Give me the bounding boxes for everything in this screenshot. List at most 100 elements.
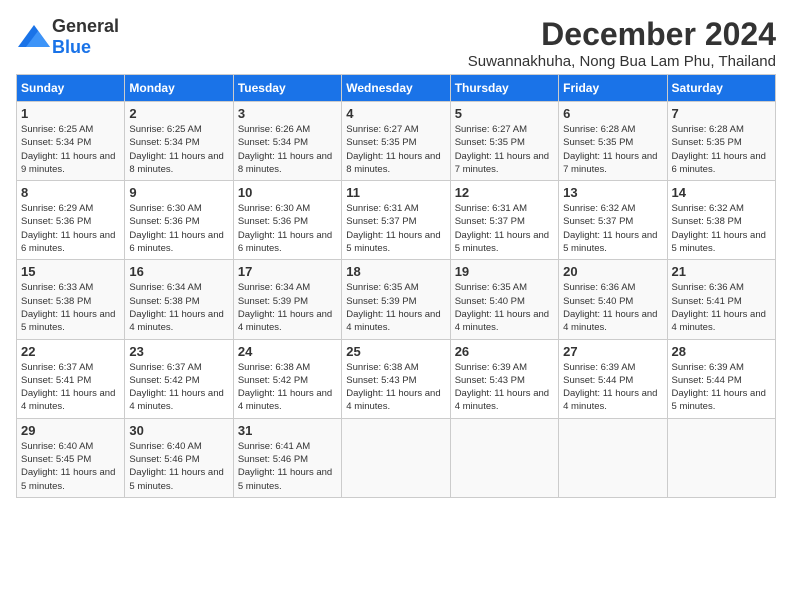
calendar-day-cell: 17 Sunrise: 6:34 AMSunset: 5:39 PMDaylig… [233, 260, 341, 339]
calendar-week-row: 15 Sunrise: 6:33 AMSunset: 5:38 PMDaylig… [17, 260, 776, 339]
day-info: Sunrise: 6:35 AMSunset: 5:40 PMDaylight:… [455, 282, 549, 333]
day-info: Sunrise: 6:35 AMSunset: 5:39 PMDaylight:… [346, 282, 440, 333]
day-info: Sunrise: 6:32 AMSunset: 5:38 PMDaylight:… [672, 203, 766, 254]
day-info: Sunrise: 6:27 AMSunset: 5:35 PMDaylight:… [346, 124, 440, 175]
logo-icon [16, 23, 52, 51]
day-number: 29 [21, 423, 120, 438]
weekday-header-cell: Wednesday [342, 75, 450, 102]
day-number: 26 [455, 344, 554, 359]
calendar-day-cell: 25 Sunrise: 6:38 AMSunset: 5:43 PMDaylig… [342, 339, 450, 418]
day-info: Sunrise: 6:29 AMSunset: 5:36 PMDaylight:… [21, 203, 115, 254]
calendar-day-cell: 31 Sunrise: 6:41 AMSunset: 5:46 PMDaylig… [233, 418, 341, 497]
logo-general: General [52, 16, 119, 36]
day-info: Sunrise: 6:31 AMSunset: 5:37 PMDaylight:… [346, 203, 440, 254]
day-info: Sunrise: 6:39 AMSunset: 5:44 PMDaylight:… [672, 362, 766, 413]
day-number: 15 [21, 264, 120, 279]
calendar-day-cell: 3 Sunrise: 6:26 AMSunset: 5:34 PMDayligh… [233, 102, 341, 181]
day-number: 23 [129, 344, 228, 359]
calendar-day-cell: 26 Sunrise: 6:39 AMSunset: 5:43 PMDaylig… [450, 339, 558, 418]
day-number: 4 [346, 106, 445, 121]
day-info: Sunrise: 6:36 AMSunset: 5:40 PMDaylight:… [563, 282, 657, 333]
day-number: 2 [129, 106, 228, 121]
calendar-day-cell: 24 Sunrise: 6:38 AMSunset: 5:42 PMDaylig… [233, 339, 341, 418]
day-number: 5 [455, 106, 554, 121]
day-number: 31 [238, 423, 337, 438]
day-number: 14 [672, 185, 771, 200]
day-number: 6 [563, 106, 662, 121]
calendar-day-cell: 4 Sunrise: 6:27 AMSunset: 5:35 PMDayligh… [342, 102, 450, 181]
day-number: 13 [563, 185, 662, 200]
day-number: 3 [238, 106, 337, 121]
calendar-day-cell: 29 Sunrise: 6:40 AMSunset: 5:45 PMDaylig… [17, 418, 125, 497]
day-number: 17 [238, 264, 337, 279]
day-info: Sunrise: 6:38 AMSunset: 5:43 PMDaylight:… [346, 362, 440, 413]
day-info: Sunrise: 6:37 AMSunset: 5:41 PMDaylight:… [21, 362, 115, 413]
calendar-day-cell: 19 Sunrise: 6:35 AMSunset: 5:40 PMDaylig… [450, 260, 558, 339]
calendar-day-cell: 8 Sunrise: 6:29 AMSunset: 5:36 PMDayligh… [17, 181, 125, 260]
day-info: Sunrise: 6:34 AMSunset: 5:39 PMDaylight:… [238, 282, 332, 333]
day-info: Sunrise: 6:28 AMSunset: 5:35 PMDaylight:… [672, 124, 766, 175]
day-info: Sunrise: 6:34 AMSunset: 5:38 PMDaylight:… [129, 282, 223, 333]
weekday-header-cell: Tuesday [233, 75, 341, 102]
day-info: Sunrise: 6:26 AMSunset: 5:34 PMDaylight:… [238, 124, 332, 175]
day-number: 30 [129, 423, 228, 438]
calendar-day-cell: 6 Sunrise: 6:28 AMSunset: 5:35 PMDayligh… [559, 102, 667, 181]
calendar-day-cell: 5 Sunrise: 6:27 AMSunset: 5:35 PMDayligh… [450, 102, 558, 181]
subtitle: Suwannakhuha, Nong Bua Lam Phu, Thailand [468, 53, 776, 70]
calendar-day-cell: 28 Sunrise: 6:39 AMSunset: 5:44 PMDaylig… [667, 339, 775, 418]
day-number: 24 [238, 344, 337, 359]
title-area: December 2024 Suwannakhuha, Nong Bua Lam… [468, 16, 776, 70]
day-number: 7 [672, 106, 771, 121]
weekday-header-cell: Sunday [17, 75, 125, 102]
calendar-day-cell: 16 Sunrise: 6:34 AMSunset: 5:38 PMDaylig… [125, 260, 233, 339]
day-number: 25 [346, 344, 445, 359]
day-number: 11 [346, 185, 445, 200]
calendar-day-cell [667, 418, 775, 497]
calendar-day-cell: 22 Sunrise: 6:37 AMSunset: 5:41 PMDaylig… [17, 339, 125, 418]
weekday-header-cell: Thursday [450, 75, 558, 102]
calendar-day-cell: 20 Sunrise: 6:36 AMSunset: 5:40 PMDaylig… [559, 260, 667, 339]
weekday-header-cell: Saturday [667, 75, 775, 102]
calendar-day-cell: 23 Sunrise: 6:37 AMSunset: 5:42 PMDaylig… [125, 339, 233, 418]
calendar-day-cell: 30 Sunrise: 6:40 AMSunset: 5:46 PMDaylig… [125, 418, 233, 497]
day-number: 28 [672, 344, 771, 359]
day-number: 21 [672, 264, 771, 279]
header: General Blue December 2024 Suwannakhuha,… [16, 16, 776, 70]
calendar-day-cell: 1 Sunrise: 6:25 AMSunset: 5:34 PMDayligh… [17, 102, 125, 181]
logo-blue: Blue [52, 37, 91, 57]
calendar-day-cell: 9 Sunrise: 6:30 AMSunset: 5:36 PMDayligh… [125, 181, 233, 260]
day-info: Sunrise: 6:38 AMSunset: 5:42 PMDaylight:… [238, 362, 332, 413]
day-info: Sunrise: 6:33 AMSunset: 5:38 PMDaylight:… [21, 282, 115, 333]
day-number: 18 [346, 264, 445, 279]
day-info: Sunrise: 6:41 AMSunset: 5:46 PMDaylight:… [238, 441, 332, 492]
calendar-day-cell: 14 Sunrise: 6:32 AMSunset: 5:38 PMDaylig… [667, 181, 775, 260]
day-number: 22 [21, 344, 120, 359]
calendar-day-cell: 10 Sunrise: 6:30 AMSunset: 5:36 PMDaylig… [233, 181, 341, 260]
calendar-day-cell: 7 Sunrise: 6:28 AMSunset: 5:35 PMDayligh… [667, 102, 775, 181]
weekday-header: SundayMondayTuesdayWednesdayThursdayFrid… [17, 75, 776, 102]
day-info: Sunrise: 6:25 AMSunset: 5:34 PMDaylight:… [129, 124, 223, 175]
calendar-day-cell [342, 418, 450, 497]
calendar-day-cell: 11 Sunrise: 6:31 AMSunset: 5:37 PMDaylig… [342, 181, 450, 260]
day-info: Sunrise: 6:39 AMSunset: 5:43 PMDaylight:… [455, 362, 549, 413]
calendar: SundayMondayTuesdayWednesdayThursdayFrid… [16, 74, 776, 498]
day-info: Sunrise: 6:39 AMSunset: 5:44 PMDaylight:… [563, 362, 657, 413]
day-number: 27 [563, 344, 662, 359]
calendar-week-row: 22 Sunrise: 6:37 AMSunset: 5:41 PMDaylig… [17, 339, 776, 418]
weekday-header-cell: Friday [559, 75, 667, 102]
day-info: Sunrise: 6:40 AMSunset: 5:46 PMDaylight:… [129, 441, 223, 492]
day-info: Sunrise: 6:25 AMSunset: 5:34 PMDaylight:… [21, 124, 115, 175]
calendar-day-cell [559, 418, 667, 497]
calendar-day-cell: 13 Sunrise: 6:32 AMSunset: 5:37 PMDaylig… [559, 181, 667, 260]
month-title: December 2024 [468, 16, 776, 53]
day-info: Sunrise: 6:31 AMSunset: 5:37 PMDaylight:… [455, 203, 549, 254]
day-info: Sunrise: 6:30 AMSunset: 5:36 PMDaylight:… [238, 203, 332, 254]
calendar-day-cell: 2 Sunrise: 6:25 AMSunset: 5:34 PMDayligh… [125, 102, 233, 181]
calendar-day-cell: 15 Sunrise: 6:33 AMSunset: 5:38 PMDaylig… [17, 260, 125, 339]
day-info: Sunrise: 6:28 AMSunset: 5:35 PMDaylight:… [563, 124, 657, 175]
calendar-day-cell: 21 Sunrise: 6:36 AMSunset: 5:41 PMDaylig… [667, 260, 775, 339]
day-number: 9 [129, 185, 228, 200]
logo: General Blue [16, 16, 119, 58]
day-number: 16 [129, 264, 228, 279]
day-info: Sunrise: 6:30 AMSunset: 5:36 PMDaylight:… [129, 203, 223, 254]
